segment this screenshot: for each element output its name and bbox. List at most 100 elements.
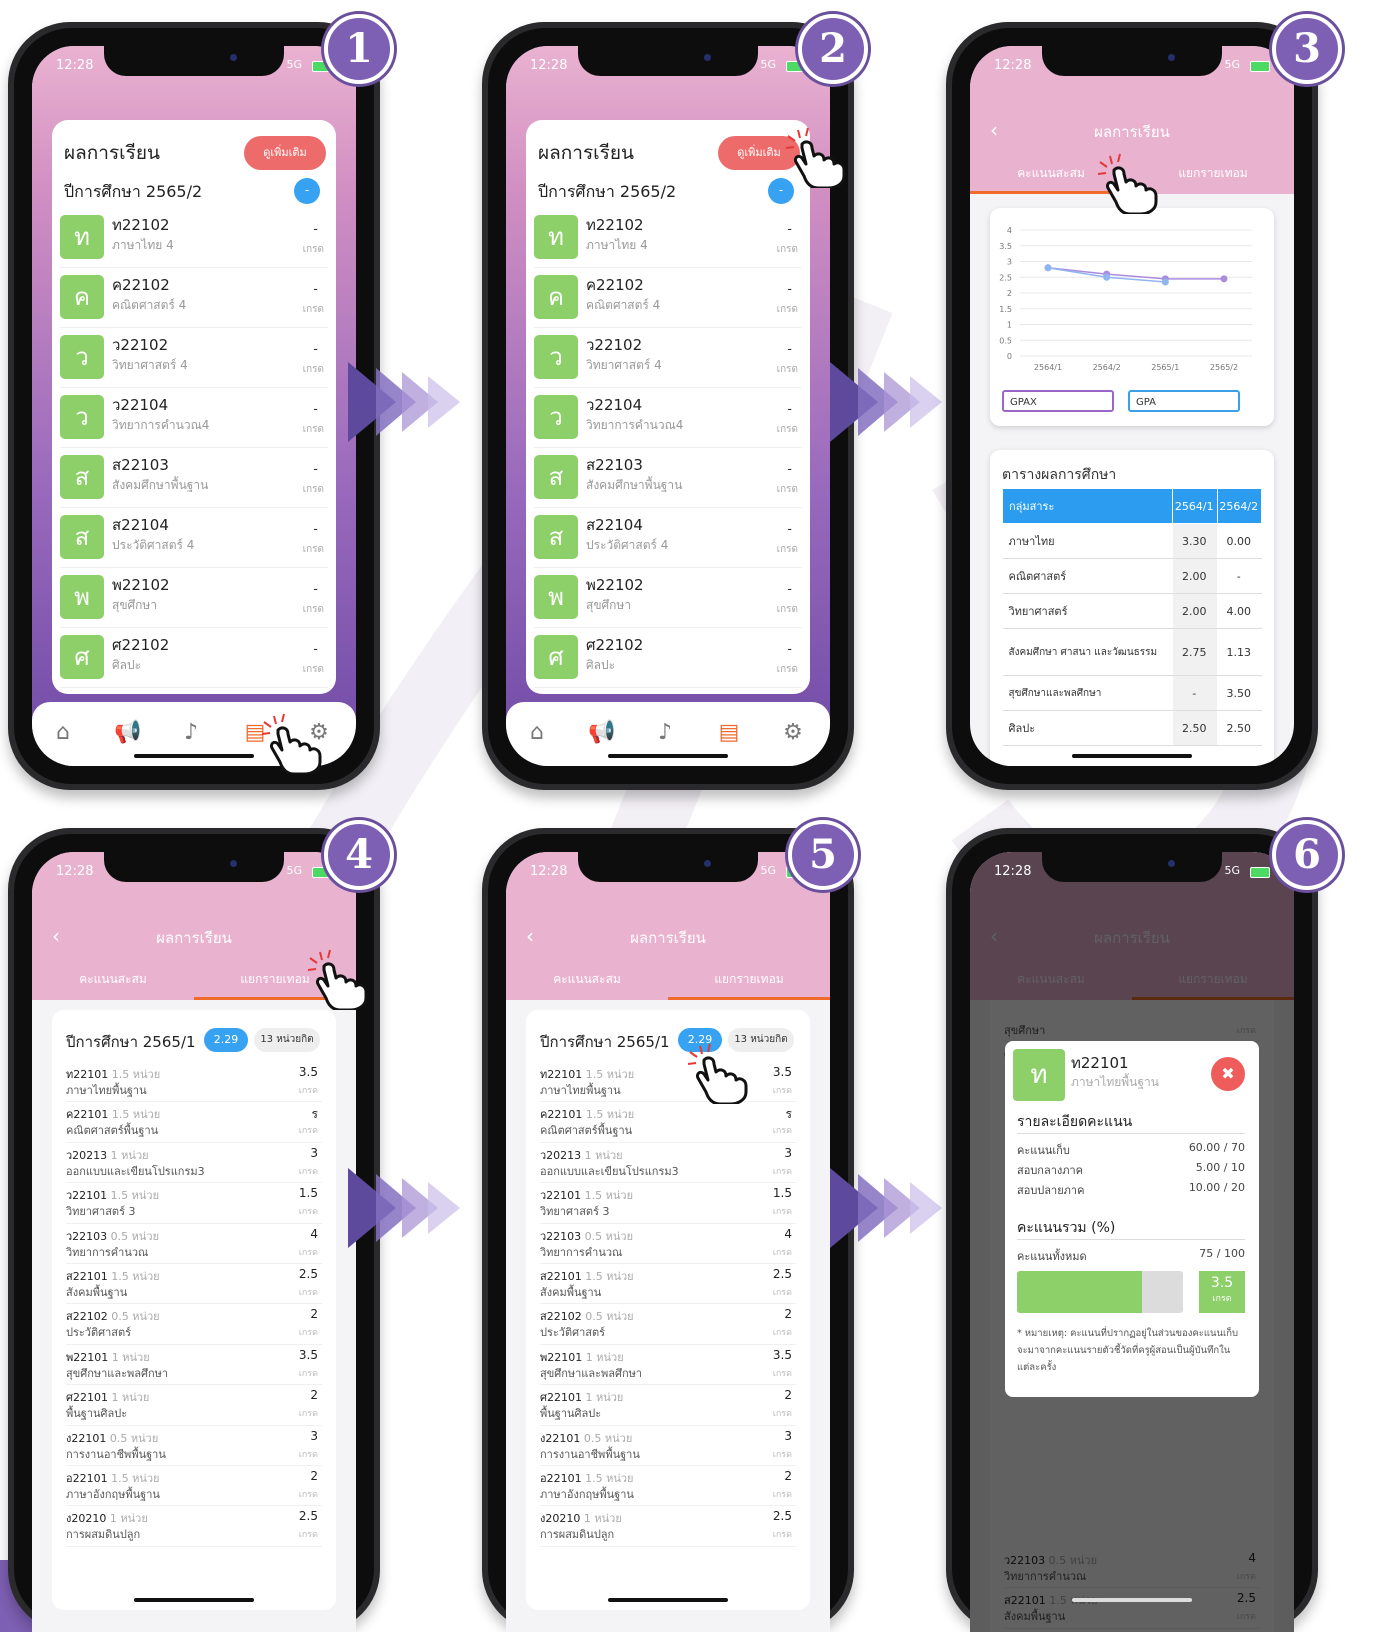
gear-icon[interactable]: ⚙	[780, 720, 806, 746]
subject-row[interactable]: ส ส22104 ประวัติศาสตร์ 4 - เกรด	[534, 508, 802, 568]
course-row[interactable]: ส22101 1.5 หน่วยสังคมพื้นฐาน 2.5 เกรด	[66, 1264, 322, 1305]
table-cell: 3.50	[1217, 675, 1262, 711]
legend-gpax[interactable]: GPAX	[1002, 390, 1114, 412]
course-row[interactable]: ส22101 1.5 หน่วยสังคมพื้นฐาน 2.5 เกรด	[540, 1264, 796, 1305]
subject-row[interactable]: ศ ศ22102 ศิลปะ - เกรด	[60, 628, 328, 688]
course-row[interactable]: อ22101 1.5 หน่วย ภาษาอังกฤษพื้นฐาน 2 เกรด	[66, 1466, 322, 1507]
subject-row[interactable]: ว ว22104 วิทยาการคำนวณ4 - เกรด	[534, 388, 802, 448]
grade-label: เกรด	[298, 1328, 318, 1339]
subject-code: ส22104	[586, 516, 643, 534]
y-tick-label: 1.5	[999, 305, 1012, 314]
course-code-text: ส22102	[66, 1310, 108, 1324]
course-row[interactable]: ว22103 0.5 หน่วยวิทยาการคำนวณ 4 เกรด	[540, 1224, 796, 1264]
course-row[interactable]: ศ22101 1 หน่วย พื้นฐานศิลปะ 2 เกรด	[540, 1385, 796, 1426]
subject-row[interactable]: ว ว22104 วิทยาการคำนวณ4 - เกรด	[60, 388, 328, 448]
table-cell: สังคมศึกษา ศาสนา และวัฒนธรรม	[1002, 628, 1173, 676]
course-name: สุขศึกษาและพลศึกษา	[540, 1366, 643, 1380]
subject-name: ศิลปะ	[586, 658, 616, 672]
grade-table-card: ตารางผลการศึกษา กลุ่มสาระ 2564/1 2564/2 …	[990, 450, 1274, 766]
course-row[interactable]: ท22101 1.5 หน่วย ภาษาไทยพื้นฐาน 3.5 เกรด	[540, 1062, 796, 1103]
subject-row[interactable]: พ พ22102 สุขศึกษา - เกรด	[534, 568, 802, 628]
course-grade: 1.5	[772, 1186, 792, 1201]
tab-by-term[interactable]: แยกรายเทอม	[668, 970, 830, 989]
course-row[interactable]: ค22101 1.5 หน่วย คณิตศาสตร์พื้นฐาน รเกรด	[66, 1102, 322, 1143]
subject-code: ว22104	[586, 396, 643, 414]
course-row[interactable]: ว22101 1.5 หน่วย วิทยาศาสตร์ 3 1.5 เกรด	[540, 1183, 796, 1224]
course-row[interactable]: ส22102 0.5 หน่วยประวัติศาสตร์ 2 เกรด	[66, 1304, 322, 1345]
subject-row[interactable]: ส ส22103 สังคมศึกษาพื้นฐาน - เกรด	[60, 448, 328, 508]
bell-icon[interactable]: ♪	[178, 720, 204, 746]
grade-label: เกรด	[298, 1126, 318, 1137]
course-code-text: อ22101	[540, 1471, 582, 1485]
course-row[interactable]: ค22101 1.5 หน่วย คณิตศาสตร์พื้นฐาน รเกรด	[540, 1102, 796, 1143]
course-row[interactable]: ว22101 1.5 หน่วย วิทยาศาสตร์ 3 1.5 เกรด	[66, 1183, 322, 1224]
see-more-button[interactable]: ดูเพิ่มเติม	[244, 136, 326, 170]
tab-cumulative[interactable]: คะแนนสะสม	[506, 970, 668, 989]
subject-row[interactable]: ศ ศ22102 ศิลปะ - เกรด	[534, 628, 802, 688]
year-label: ปีการศึกษา 2565/2	[64, 182, 203, 201]
course-row[interactable]: พ22101 1 หน่วย สุขศึกษาและพลศึกษา 3.5 เกรด	[66, 1345, 322, 1386]
course-code-text: ว20213	[540, 1148, 582, 1162]
course-grade: 3.5	[298, 1065, 318, 1079]
course-row[interactable]: ส22102 0.5 หน่วยประวัติศาสตร์ 2 เกรด	[540, 1304, 796, 1345]
course-grade: 3	[784, 1428, 792, 1443]
subject-name: ภาษาไทย 4	[586, 238, 648, 252]
subject-row[interactable]: ส ส22103 สังคมศึกษาพื้นฐาน - เกรด	[534, 448, 802, 508]
subject-row[interactable]: ค ค22102 คณิตศาสตร์ 4 - เกรด	[60, 268, 328, 328]
course-row[interactable]: พ22101 1 หน่วย สุขศึกษาและพลศึกษา 3.5 เกรด	[540, 1345, 796, 1386]
home-icon[interactable]: ⌂	[50, 720, 76, 746]
megaphone-icon[interactable]: 📢	[588, 720, 615, 746]
tab-cumulative[interactable]: คะแนนสะสม	[32, 970, 194, 989]
term-title: ปีการศึกษา 2565/1	[540, 1033, 670, 1051]
course-unit: 0.5 หน่วย	[109, 1431, 159, 1445]
grade-label: เกรด	[302, 364, 324, 375]
subject-grade: -	[787, 462, 792, 477]
course-row[interactable]: ง22101 0.5 หน่วย การงานอาชีพพื้นฐาน 3 เกรด	[66, 1426, 322, 1466]
course-code-text: ว22103	[540, 1229, 582, 1243]
subject-row[interactable]: ค ค22102 คณิตศาสตร์ 4 - เกรด	[534, 268, 802, 328]
y-tick-label: 2	[1007, 289, 1012, 298]
course-row[interactable]: ว22103 0.5 หน่วยวิทยาการคำนวณ 4 เกรด	[66, 1224, 322, 1264]
grade-box: 3.5 เกรด	[1199, 1271, 1245, 1313]
score-value: 60.00 / 70	[1188, 1141, 1245, 1154]
subject-row[interactable]: พ พ22102 สุขศึกษา - เกรด	[60, 568, 328, 628]
close-button[interactable]: ✖	[1211, 1057, 1245, 1091]
legend-gpa[interactable]: GPA	[1128, 390, 1240, 412]
course-row[interactable]: อ22101 1.5 หน่วย ภาษาอังกฤษพื้นฐาน 2 เกรด	[540, 1466, 796, 1507]
course-row[interactable]: ง22101 0.5 หน่วย การงานอาชีพพื้นฐาน 3 เกรด	[540, 1426, 796, 1466]
subject-row[interactable]: ส ส22104 ประวัติศาสตร์ 4 - เกรด	[60, 508, 328, 568]
total-value: 75 / 100	[1199, 1247, 1245, 1260]
subject-row[interactable]: ว ว22102 วิทยาศาสตร์ 4 - เกรด	[534, 328, 802, 388]
data-point-gpax[interactable]	[1220, 275, 1228, 283]
course-code-text: ส22101	[66, 1269, 108, 1283]
subject-code: ศ22102	[586, 636, 644, 654]
subject-grade: -	[787, 642, 792, 657]
course-row[interactable]: ว20213 1 หน่วย ออกแบบและเขียนโปรแกรม3 3 เกร…	[66, 1143, 322, 1184]
course-grade: 4	[784, 1226, 792, 1241]
grade-label: เกรด	[298, 1449, 318, 1460]
course-name: ภาษาอังกฤษพื้นฐาน	[540, 1487, 634, 1501]
subject-name: ภาษาไทยพื้นฐาน	[1071, 1075, 1159, 1089]
course-row[interactable]: ง20210 1 หน่วย การผสมดินปลูก 2.5 เกรด	[540, 1506, 796, 1547]
bell-icon[interactable]: ♪	[652, 720, 678, 746]
subject-row[interactable]: ว ว22102 วิทยาศาสตร์ 4 - เกรด	[60, 328, 328, 388]
step-badge-6: 6	[1272, 820, 1342, 890]
data-point-gpa[interactable]	[1044, 264, 1052, 272]
home-icon[interactable]: ⌂	[524, 720, 550, 746]
data-point-gpa[interactable]	[1161, 278, 1169, 286]
subject-name: วิทยาศาสตร์ 4	[586, 358, 662, 372]
course-code-text: ส22102	[540, 1310, 582, 1324]
course-row[interactable]: ศ22101 1 หน่วย พื้นฐานศิลปะ 2 เกรด	[66, 1385, 322, 1426]
course-row[interactable]: ว20213 1 หน่วย ออกแบบและเขียนโปรแกรม3 3 เกร…	[540, 1143, 796, 1184]
next-arrows-icon	[348, 1168, 460, 1248]
data-point-gpa[interactable]	[1103, 273, 1111, 281]
megaphone-icon[interactable]: 📢	[114, 720, 141, 746]
subject-row[interactable]: ท ท22102 ภาษาไทย 4 - เกรด	[60, 208, 328, 268]
course-code-text: พ22101	[66, 1350, 109, 1364]
grade-label: เกรด	[772, 1409, 792, 1420]
course-name: ออกแบบและเขียนโปรแกรม3	[66, 1164, 205, 1178]
subject-row[interactable]: ท ท22102 ภาษาไทย 4 - เกรด	[534, 208, 802, 268]
course-row[interactable]: ท22101 1.5 หน่วย ภาษาไทยพื้นฐาน 3.5 เกรด	[66, 1062, 322, 1103]
course-row[interactable]: ง20210 1 หน่วย การผสมดินปลูก 2.5 เกรด	[66, 1506, 322, 1547]
document-icon[interactable]: ▤	[716, 720, 742, 746]
